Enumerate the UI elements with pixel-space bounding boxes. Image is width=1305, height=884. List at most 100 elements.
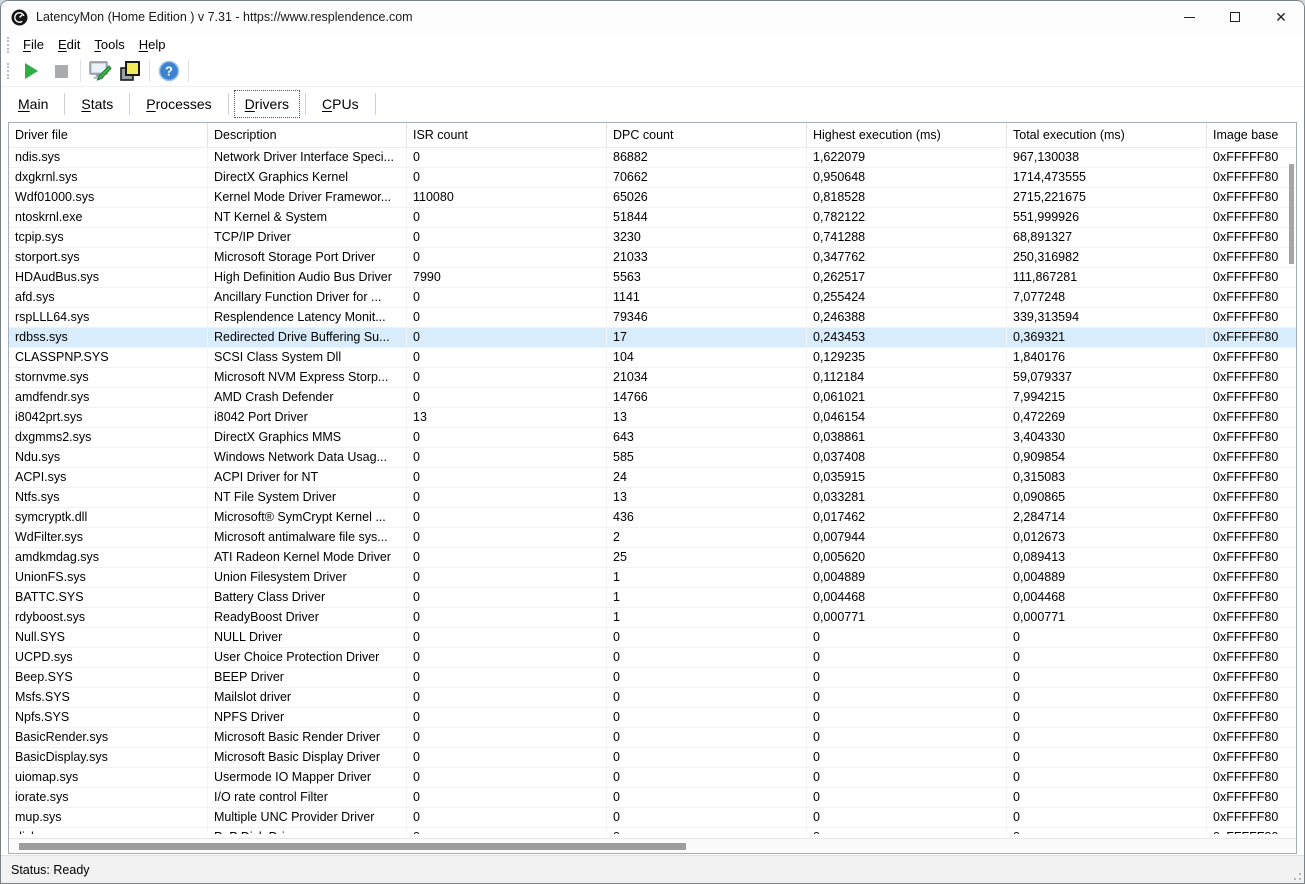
help-button[interactable]: ? bbox=[154, 58, 184, 84]
processes-window-button[interactable] bbox=[115, 58, 145, 84]
table-row[interactable]: CLASSPNP.SYSSCSI Class System Dll01040,1… bbox=[9, 348, 1296, 368]
table-row[interactable]: i8042prt.sysi8042 Port Driver13130,04615… bbox=[9, 408, 1296, 428]
table-row[interactable]: Null.SYSNULL Driver00000xFFFFF80 bbox=[9, 628, 1296, 648]
tab-processes[interactable]: Processes bbox=[135, 90, 222, 118]
cell-dpc_count: 2 bbox=[607, 528, 807, 547]
cell-driver_file: Ntfs.sys bbox=[9, 488, 208, 507]
table-row[interactable]: BasicRender.sysMicrosoft Basic Render Dr… bbox=[9, 728, 1296, 748]
cell-image_base: 0xFFFFF80 bbox=[1207, 168, 1296, 187]
cell-image_base: 0xFFFFF80 bbox=[1207, 788, 1296, 807]
table-row[interactable]: ntoskrnl.exeNT Kernel & System0518440,78… bbox=[9, 208, 1296, 228]
table-row[interactable]: BATTC.SYSBattery Class Driver010,0044680… bbox=[9, 588, 1296, 608]
title-bar: LatencyMon (Home Edition ) v 7.31 - http… bbox=[1, 1, 1304, 33]
table-row[interactable]: BasicDisplay.sysMicrosoft Basic Display … bbox=[9, 748, 1296, 768]
tab-cpus[interactable]: CPUs bbox=[311, 90, 370, 118]
vertical-scrollbar[interactable] bbox=[1287, 149, 1295, 836]
column-header-image_base[interactable]: Image base bbox=[1207, 123, 1296, 147]
table-row[interactable]: Msfs.SYSMailslot driver00000xFFFFF80 bbox=[9, 688, 1296, 708]
cell-driver_file: dxgmms2.sys bbox=[9, 428, 208, 447]
cell-image_base: 0xFFFFF80 bbox=[1207, 228, 1296, 247]
cell-total_execution_ms: 0 bbox=[1007, 768, 1207, 787]
app-icon bbox=[11, 9, 28, 26]
cell-description: Resplendence Latency Monit... bbox=[208, 308, 407, 327]
cell-dpc_count: 0 bbox=[607, 748, 807, 767]
cell-isr_count: 0 bbox=[407, 448, 607, 467]
table-row[interactable]: dxgkrnl.sysDirectX Graphics Kernel070662… bbox=[9, 168, 1296, 188]
table-row[interactable]: uiomap.sysUsermode IO Mapper Driver00000… bbox=[9, 768, 1296, 788]
tab-drivers[interactable]: Drivers bbox=[234, 90, 300, 118]
table-row[interactable]: Wdf01000.sysKernel Mode Driver Framewor.… bbox=[9, 188, 1296, 208]
column-header-description[interactable]: Description bbox=[208, 123, 407, 147]
horizontal-scrollbar[interactable] bbox=[9, 838, 1296, 853]
cell-description: Microsoft NVM Express Storp... bbox=[208, 368, 407, 387]
tab-main[interactable]: Main bbox=[7, 90, 59, 118]
table-row[interactable]: rspLLL64.sysResplendence Latency Monit..… bbox=[9, 308, 1296, 328]
cell-description: PnP Disk Driver bbox=[208, 828, 407, 834]
column-header-driver_file[interactable]: Driver file bbox=[9, 123, 208, 147]
table-row[interactable]: UnionFS.sysUnion Filesystem Driver010,00… bbox=[9, 568, 1296, 588]
cell-driver_file: tcpip.sys bbox=[9, 228, 208, 247]
menu-item-help[interactable]: Help bbox=[132, 34, 173, 55]
cell-isr_count: 0 bbox=[407, 228, 607, 247]
table-row[interactable]: afd.sysAncillary Function Driver for ...… bbox=[9, 288, 1296, 308]
table-row[interactable]: symcryptk.dllMicrosoft® SymCrypt Kernel … bbox=[9, 508, 1296, 528]
status-text: Status: Ready bbox=[11, 863, 90, 877]
cell-dpc_count: 79346 bbox=[607, 308, 807, 327]
cell-isr_count: 0 bbox=[407, 708, 607, 727]
cell-description: SCSI Class System Dll bbox=[208, 348, 407, 367]
horizontal-scrollbar-thumb[interactable] bbox=[19, 843, 686, 850]
cell-driver_file: amdfendr.sys bbox=[9, 388, 208, 407]
table-row[interactable]: rdbss.sysRedirected Drive Buffering Su..… bbox=[9, 328, 1296, 348]
column-header-total_execution_ms[interactable]: Total execution (ms) bbox=[1007, 123, 1207, 147]
cell-dpc_count: 1141 bbox=[607, 288, 807, 307]
cell-driver_file: stornvme.sys bbox=[9, 368, 208, 387]
menu-item-file[interactable]: File bbox=[16, 34, 51, 55]
table-row[interactable]: rdyboost.sysReadyBoost Driver010,0007710… bbox=[9, 608, 1296, 628]
cell-highest_execution_ms: 0,262517 bbox=[807, 268, 1007, 287]
start-monitor-button[interactable] bbox=[16, 58, 46, 84]
cell-highest_execution_ms: 0,000771 bbox=[807, 608, 1007, 627]
table-row[interactable]: stornvme.sysMicrosoft NVM Express Storp.… bbox=[9, 368, 1296, 388]
tab-stats[interactable]: Stats bbox=[70, 90, 124, 118]
table-row[interactable]: Ndu.sysWindows Network Data Usag...05850… bbox=[9, 448, 1296, 468]
column-header-isr_count[interactable]: ISR count bbox=[407, 123, 607, 147]
table-row[interactable]: UCPD.sysUser Choice Protection Driver000… bbox=[9, 648, 1296, 668]
vertical-scrollbar-thumb[interactable] bbox=[1289, 164, 1294, 264]
cell-driver_file: Wdf01000.sys bbox=[9, 188, 208, 207]
table-row[interactable]: mup.sysMultiple UNC Provider Driver00000… bbox=[9, 808, 1296, 828]
stop-monitor-button[interactable] bbox=[46, 58, 76, 84]
drivers-table: Driver fileDescriptionISR countDPC count… bbox=[8, 122, 1297, 854]
table-row[interactable]: Beep.SYSBEEP Driver00000xFFFFF80 bbox=[9, 668, 1296, 688]
table-row[interactable]: Npfs.SYSNPFS Driver00000xFFFFF80 bbox=[9, 708, 1296, 728]
maximize-icon bbox=[1230, 12, 1240, 22]
table-row[interactable]: ndis.sysNetwork Driver Interface Speci..… bbox=[9, 148, 1296, 168]
cell-image_base: 0xFFFFF80 bbox=[1207, 708, 1296, 727]
table-row[interactable]: iorate.sysI/O rate control Filter00000xF… bbox=[9, 788, 1296, 808]
column-header-highest_execution_ms[interactable]: Highest execution (ms) bbox=[807, 123, 1007, 147]
table-row[interactable]: WdFilter.sysMicrosoft antimalware file s… bbox=[9, 528, 1296, 548]
menu-item-tools[interactable]: Tools bbox=[87, 34, 131, 55]
cell-image_base: 0xFFFFF80 bbox=[1207, 148, 1296, 167]
resize-grip[interactable] bbox=[1289, 868, 1301, 880]
cell-dpc_count: 0 bbox=[607, 728, 807, 747]
column-header-dpc_count[interactable]: DPC count bbox=[607, 123, 807, 147]
cell-description: NT Kernel & System bbox=[208, 208, 407, 227]
options-button[interactable] bbox=[85, 58, 115, 84]
table-row[interactable]: dxgmms2.sysDirectX Graphics MMS06430,038… bbox=[9, 428, 1296, 448]
cell-image_base: 0xFFFFF80 bbox=[1207, 428, 1296, 447]
toolbar-separator bbox=[80, 60, 81, 82]
stop-icon bbox=[55, 65, 68, 78]
maximize-button[interactable] bbox=[1212, 1, 1258, 33]
cell-image_base: 0xFFFFF80 bbox=[1207, 808, 1296, 827]
close-button[interactable]: ✕ bbox=[1258, 1, 1304, 33]
table-row[interactable]: ACPI.sysACPI Driver for NT0240,0359150,3… bbox=[9, 468, 1296, 488]
table-row[interactable]: tcpip.sysTCP/IP Driver032300,74128868,89… bbox=[9, 228, 1296, 248]
minimize-button[interactable] bbox=[1166, 1, 1212, 33]
menu-item-edit[interactable]: Edit bbox=[51, 34, 87, 55]
table-row[interactable]: storport.sysMicrosoft Storage Port Drive… bbox=[9, 248, 1296, 268]
table-row[interactable]: Ntfs.sysNT File System Driver0130,033281… bbox=[9, 488, 1296, 508]
table-row[interactable]: disk.sysPnP Disk Driver00000xFFFFF80 bbox=[9, 828, 1296, 834]
table-row[interactable]: HDAudBus.sysHigh Definition Audio Bus Dr… bbox=[9, 268, 1296, 288]
table-row[interactable]: amdfendr.sysAMD Crash Defender0147660,06… bbox=[9, 388, 1296, 408]
table-row[interactable]: amdkmdag.sysATI Radeon Kernel Mode Drive… bbox=[9, 548, 1296, 568]
